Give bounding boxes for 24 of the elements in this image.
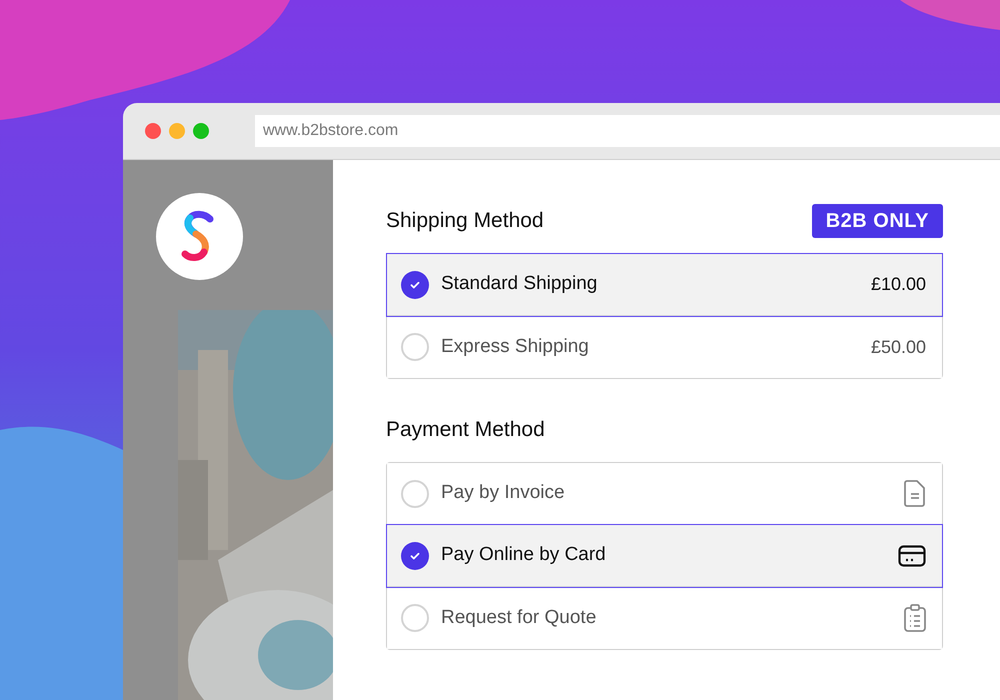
- option-row[interactable]: Express Shipping £50.00: [387, 316, 942, 378]
- address-bar[interactable]: www.b2bstore.com: [255, 115, 1000, 147]
- radio-button[interactable]: [401, 333, 429, 361]
- option-label: Standard Shipping: [441, 272, 598, 296]
- option-row[interactable]: Standard Shipping £10.00: [387, 254, 942, 316]
- option-row[interactable]: Pay by Invoice: [387, 463, 942, 525]
- section-title: Payment Method: [386, 417, 546, 444]
- clipboard-icon: [904, 604, 926, 632]
- option-label: Pay by Invoice: [441, 481, 566, 506]
- document-icon: [904, 480, 926, 507]
- option-label: Express Shipping: [441, 334, 590, 359]
- price: £50.00: [870, 336, 926, 358]
- option-row[interactable]: Pay Online by Card: [387, 525, 942, 587]
- option-label: Request for Quote: [441, 606, 598, 630]
- b2b-badge: B2B ONLY: [812, 204, 943, 238]
- radio-button[interactable]: [401, 604, 429, 632]
- option-label: Pay Online by Card: [441, 543, 607, 568]
- section-title: Shipping Method: [386, 208, 544, 234]
- credit-card-icon: [898, 544, 926, 566]
- radio-button[interactable]: [401, 270, 429, 298]
- price: £10.00: [870, 273, 926, 296]
- radio-button[interactable]: [401, 480, 429, 508]
- option-row[interactable]: Request for Quote: [387, 587, 942, 649]
- radio-button[interactable]: [401, 542, 429, 570]
